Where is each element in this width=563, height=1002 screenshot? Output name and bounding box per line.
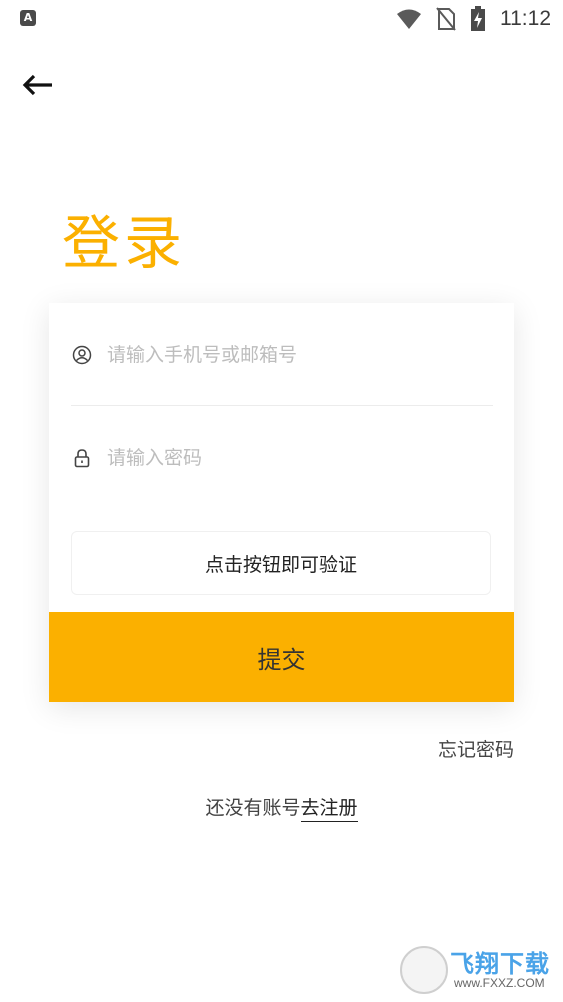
wifi-icon: [397, 9, 421, 29]
watermark: 飞翔下载 www.FXXZ.COM: [398, 944, 558, 996]
app-notification-icon: A: [20, 10, 36, 26]
password-input[interactable]: [105, 446, 469, 470]
clock-time: 11:12: [500, 7, 551, 30]
arrow-left-icon: [22, 74, 52, 96]
verify-button[interactable]: 点击按钮即可验证: [71, 531, 491, 595]
no-account-text: 还没有账号: [205, 797, 301, 819]
lock-icon: [71, 447, 93, 469]
phone-email-input[interactable]: [105, 343, 469, 367]
login-card: 点击按钮即可验证 提交: [49, 303, 514, 702]
register-prompt: 还没有账号去注册: [0, 793, 563, 822]
register-link[interactable]: 去注册: [300, 797, 358, 822]
status-icons: 11:12: [396, 6, 551, 32]
battery-charging-icon: [471, 6, 485, 31]
forgot-password-link[interactable]: 忘记密码: [438, 735, 514, 762]
watermark-brand: 飞翔下载: [450, 950, 550, 978]
password-field: [71, 428, 493, 488]
back-button[interactable]: [20, 68, 56, 104]
phone-email-field: [71, 325, 493, 406]
submit-button[interactable]: 提交: [49, 612, 514, 702]
watermark-logo-icon: [400, 946, 448, 994]
no-sim-icon: [436, 7, 456, 31]
watermark-url: www.FXXZ.COM: [454, 976, 545, 990]
page-title: 登录: [62, 209, 187, 277]
status-bar: A 11:12: [0, 0, 563, 38]
user-icon: [71, 344, 93, 366]
